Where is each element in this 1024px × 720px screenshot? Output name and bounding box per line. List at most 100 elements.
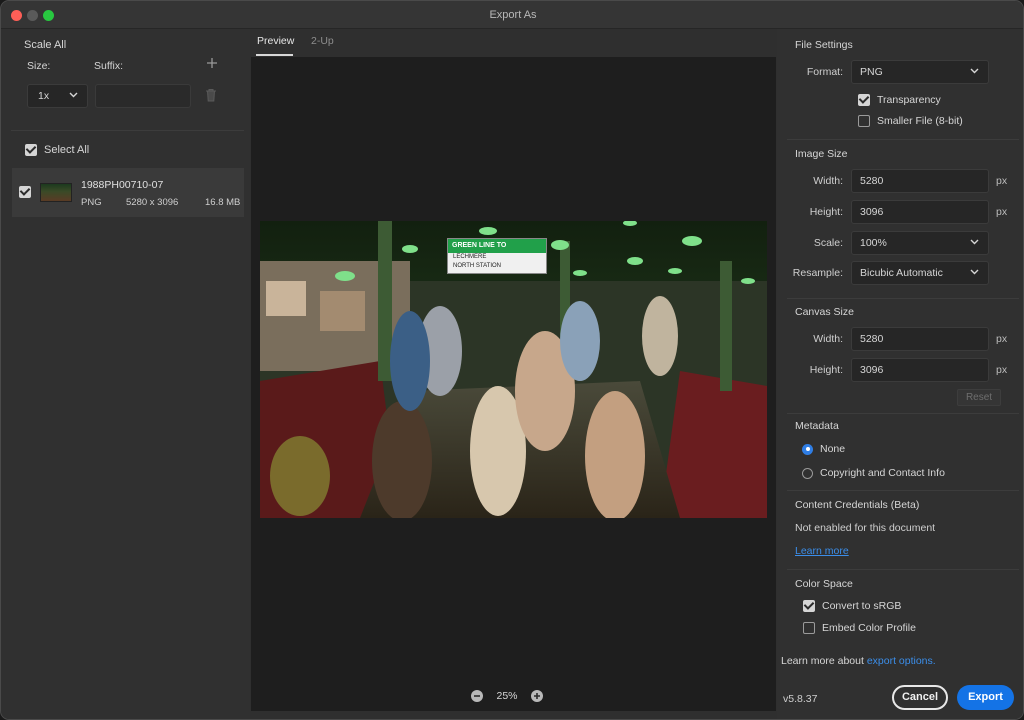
canvas-height-unit: px [996, 364, 1008, 376]
asset-checkbox[interactable] [19, 186, 31, 198]
zoom-in-button[interactable] [531, 690, 543, 702]
resample-select[interactable]: Bicubic Automatic [851, 261, 989, 285]
image-width-input[interactable]: 5280 [851, 169, 989, 193]
scale-select[interactable]: 100% [851, 231, 989, 255]
preview-tabs: Preview 2-Up [250, 29, 777, 57]
plus-icon [534, 693, 540, 699]
reset-button[interactable]: Reset [957, 389, 1001, 406]
checkbox-checked-icon [858, 94, 870, 106]
sign-line-2: NORTH STATION [453, 263, 501, 269]
chevron-down-icon [69, 92, 78, 98]
smaller-file-label: Smaller File (8-bit) [877, 115, 963, 127]
credentials-status: Not enabled for this document [795, 522, 936, 534]
image-size-heading: Image Size [795, 148, 848, 160]
convert-srgb-checkbox[interactable]: Convert to sRGB [796, 600, 901, 612]
preview-image: GREEN LINE TO LECHMERE NORTH STATION [260, 221, 767, 518]
canvas-width-input[interactable]: 5280 [851, 327, 989, 351]
cancel-button[interactable]: Cancel [892, 685, 948, 710]
divider [11, 130, 244, 131]
divider [787, 413, 1019, 414]
metadata-copyright-label: Copyright and Contact Info [820, 467, 945, 479]
canvas-width-unit: px [996, 333, 1008, 345]
chevron-down-icon [970, 269, 979, 275]
minus-icon [474, 695, 480, 697]
scale-value: 100% [860, 237, 887, 249]
divider [787, 139, 1019, 140]
asset-thumbnail [40, 183, 72, 202]
radio-unselected-icon [802, 467, 813, 479]
preview-canvas[interactable]: GREEN LINE TO LECHMERE NORTH STATION [251, 57, 776, 711]
divider [787, 569, 1019, 570]
active-tab-indicator [256, 54, 293, 56]
add-scale-button[interactable] [205, 57, 219, 71]
format-select[interactable]: PNG [851, 60, 989, 84]
scale-all-heading: Scale All [24, 39, 67, 51]
metadata-copyright-radio[interactable]: Copyright and Contact Info [795, 467, 945, 479]
scale-label: Scale: [813, 237, 843, 249]
title-bar: Export As [1, 1, 1023, 29]
color-space-heading: Color Space [795, 578, 853, 590]
metadata-none-radio[interactable]: None [795, 443, 845, 455]
plus-icon [207, 58, 217, 68]
format-label: Format: [806, 66, 843, 78]
credentials-learn-more-link[interactable]: Learn more [795, 545, 849, 557]
radio-selected-icon [802, 443, 813, 455]
size-value: 1x [38, 90, 50, 102]
trash-icon [206, 89, 216, 102]
left-panel: Scale All Size: Suffix: 1x Select All 19… [1, 29, 250, 719]
asset-row[interactable]: 1988PH00710-07 PNG 5280 x 3096 16.8 MB [12, 168, 244, 217]
export-options-link[interactable]: export options. [867, 655, 936, 667]
suffix-label: Suffix: [94, 60, 123, 72]
transparency-label: Transparency [877, 94, 941, 106]
select-all-checkbox[interactable]: Select All [18, 142, 89, 158]
window-title: Export As [489, 9, 537, 21]
canvas-size-heading: Canvas Size [795, 306, 854, 318]
checkbox-checked-icon [803, 600, 815, 612]
zoom-level: 25% [496, 690, 518, 702]
sign-line-1: LECHMERE [453, 254, 487, 260]
file-settings-heading: File Settings [795, 39, 853, 51]
canvas-height-label: Height: [809, 364, 843, 376]
learn-more-prefix: Learn more about [781, 655, 867, 667]
metadata-heading: Metadata [795, 420, 839, 432]
format-value: PNG [860, 66, 883, 78]
export-options-note: Learn more about export options. [781, 655, 936, 667]
image-height-unit: px [996, 206, 1008, 218]
settings-panel: File Settings Format: PNG Transparency S… [777, 29, 1023, 719]
embed-profile-label: Embed Color Profile [822, 622, 916, 634]
asset-format: PNG [81, 197, 102, 208]
sign-line-top: GREEN LINE TO [448, 239, 546, 253]
canvas-height-input[interactable]: 3096 [851, 358, 989, 382]
select-all-label: Select All [44, 144, 90, 156]
export-as-dialog: Export As Scale All Size: Suffix: 1x Sel… [0, 0, 1024, 720]
image-width-unit: px [996, 175, 1008, 187]
tab-2-up[interactable]: 2-Up [311, 35, 334, 47]
divider [787, 490, 1019, 491]
smaller-file-checkbox[interactable]: Smaller File (8-bit) [851, 115, 963, 127]
canvas-width-label: Width: [813, 333, 843, 345]
checkbox-unchecked-icon [803, 622, 815, 634]
resample-label: Resample: [792, 267, 843, 279]
asset-name: 1988PH00710-07 [81, 179, 164, 191]
size-select[interactable]: 1x [27, 84, 88, 108]
transparency-checkbox[interactable]: Transparency [851, 94, 941, 106]
version-label: v5.8.37 [783, 693, 818, 705]
content-credentials-heading: Content Credentials (Beta) [795, 499, 920, 511]
metadata-none-label: None [820, 443, 846, 455]
size-label: Size: [27, 60, 51, 72]
zoom-out-button[interactable] [471, 690, 483, 702]
image-height-input[interactable]: 3096 [851, 200, 989, 224]
chevron-down-icon [970, 68, 979, 74]
export-button[interactable]: Export [957, 685, 1014, 710]
delete-scale-button[interactable] [205, 88, 219, 104]
asset-file-size: 16.8 MB [205, 197, 241, 208]
checkbox-checked-icon [25, 144, 37, 156]
tab-preview[interactable]: Preview [257, 35, 294, 47]
convert-srgb-label: Convert to sRGB [822, 600, 902, 612]
station-sign: GREEN LINE TO LECHMERE NORTH STATION [447, 238, 547, 274]
suffix-input[interactable] [95, 84, 191, 108]
embed-profile-checkbox[interactable]: Embed Color Profile [796, 622, 916, 634]
divider [787, 298, 1019, 299]
checkbox-unchecked-icon [858, 115, 870, 127]
resample-value: Bicubic Automatic [860, 267, 943, 279]
